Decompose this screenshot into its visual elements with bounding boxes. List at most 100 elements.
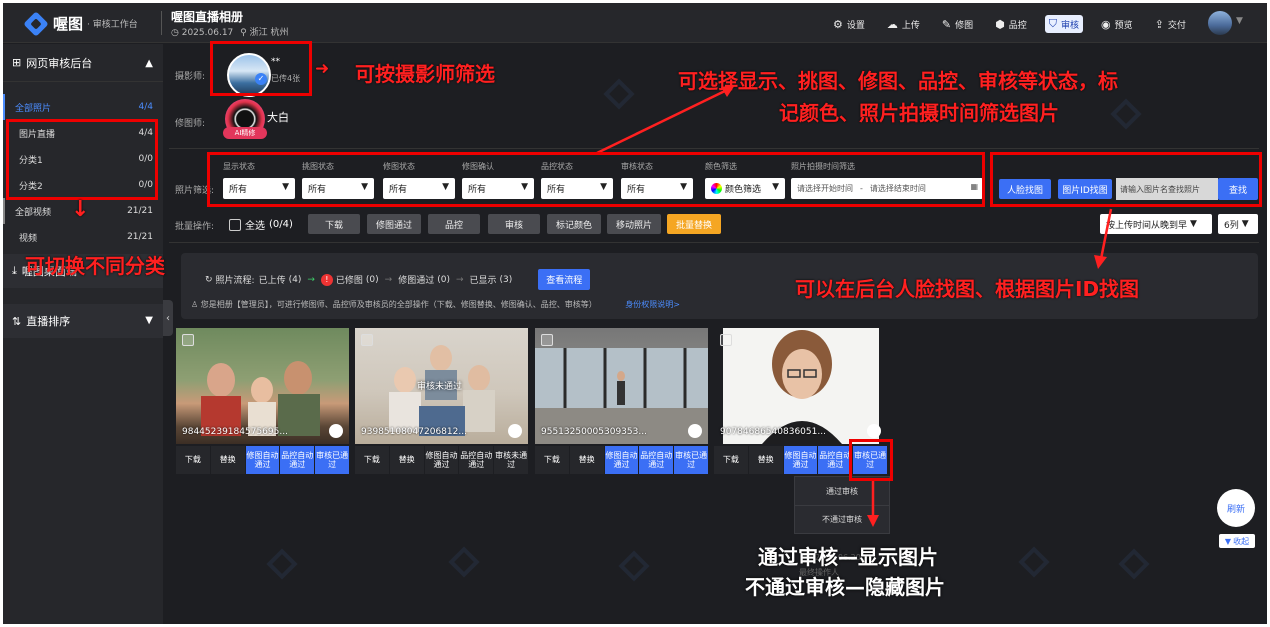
download-button[interactable]: 下载 [714, 446, 748, 474]
nav-settings[interactable]: ⚙ 设置 [829, 15, 869, 33]
photo-name-search-input[interactable]: 请输入图片名查找照片 [1116, 178, 1218, 200]
filter-retouch-select[interactable]: 所有 ▼ [383, 178, 455, 199]
filter-quality-select[interactable]: 所有 ▼ [541, 178, 613, 199]
filter-retouch-confirm-select[interactable]: 所有 ▼ [462, 178, 534, 199]
retoucher-label: 修图师: [175, 119, 206, 129]
photo-radio[interactable] [867, 424, 881, 438]
photo-checkbox[interactable] [541, 334, 553, 346]
replace-button[interactable]: 替换 [388, 446, 424, 474]
retouch-status-button[interactable]: 修图自动通过 [423, 446, 459, 474]
sidebar-header[interactable]: ⊞ 网页审核后台 ▲ [3, 44, 163, 82]
caret-down-icon: ▼ [1241, 219, 1249, 229]
clock-icon: ◷ [171, 28, 179, 38]
nav-review[interactable]: ⛉ 审核 [1044, 15, 1084, 33]
nav-quality[interactable]: ⬢ 品控 [991, 15, 1031, 33]
download-button[interactable]: 下载 [535, 446, 569, 474]
date-start: 请选择开始时间 [797, 184, 853, 193]
logo[interactable]: 喔图 · 审核工作台 [23, 10, 138, 37]
nav-deliver[interactable]: ⇪ 交付 [1151, 15, 1190, 33]
filter-title: 照片拍摄时间筛选 [791, 162, 855, 171]
photo-thumbnail[interactable]: 95513250005309353... [535, 328, 708, 444]
permission-link[interactable]: 身份权限说明> [625, 300, 680, 309]
caret-down-icon: ▼ [680, 182, 687, 192]
sidebar-collapse-handle[interactable]: ‹ [163, 300, 173, 336]
sidebar-item-category1[interactable]: 分类1 0/0 [3, 146, 163, 172]
filter-display-select[interactable]: 所有 ▼ [223, 178, 295, 199]
sidebar-item-category2[interactable]: 分类2 0/0 [3, 172, 163, 198]
filter-retouch-confirm: 修图确认 所有 ▼ [462, 161, 534, 199]
retouch-status-button[interactable]: 修图自动通过 [244, 446, 280, 474]
filter-color-select[interactable]: 颜色筛选 ▼ [705, 178, 785, 199]
download-button[interactable]: 下载 [176, 446, 210, 474]
id-search-button[interactable]: 图片ID找图 [1058, 179, 1112, 199]
filter-pick-select[interactable]: 所有 ▼ [302, 178, 374, 199]
columns-select[interactable]: 6列 ▼ [1218, 214, 1258, 234]
photo-checkbox[interactable] [182, 334, 194, 346]
nav-label: 上传 [901, 20, 920, 31]
sidebar-item-live[interactable]: 图片直播 4/4 [3, 120, 163, 146]
photo-radio[interactable] [688, 424, 702, 438]
arrow-right-icon: → [384, 274, 393, 285]
quality-status-button[interactable]: 品控自动通过 [638, 446, 674, 474]
batch-review-button[interactable]: 审核 [488, 214, 540, 234]
select-all[interactable]: 全选 (0/4) [229, 217, 293, 232]
fold-button[interactable]: ▼ 收起 [1219, 534, 1255, 548]
review-status-button[interactable]: 审核已通过 [852, 446, 887, 474]
batch-mark-color-button[interactable]: 标记颜色 [547, 214, 601, 234]
sidebar-item-all-photos[interactable]: 全部照片 4/4 [3, 94, 163, 120]
nav-label: 预览 [1114, 20, 1133, 31]
caret-down-icon: ▼ [521, 182, 528, 192]
review-status-button[interactable]: 审核未通过 [493, 446, 528, 474]
review-status-button[interactable]: 审核已通过 [314, 446, 349, 474]
divider [161, 11, 162, 35]
replace-button[interactable]: 替换 [747, 446, 783, 474]
filter-review-select[interactable]: 所有 ▼ [621, 178, 693, 199]
select-all-checkbox[interactable] [229, 218, 241, 231]
retouch-status-button[interactable]: 修图自动通过 [603, 446, 639, 474]
select-value: 所有 [308, 185, 327, 195]
photo-radio[interactable] [329, 424, 343, 438]
quality-status-button[interactable]: 品控自动通过 [458, 446, 494, 474]
batch-retouch-pass-button[interactable]: 修图通过 [367, 214, 421, 234]
replace-button[interactable]: 替换 [209, 446, 245, 474]
flow-step-label: 已上传 [258, 276, 286, 286]
sidebar-item-video[interactable]: 视频 21/21 [3, 224, 163, 250]
retouch-status-button[interactable]: 修图自动通过 [782, 446, 818, 474]
photo-checkbox[interactable] [720, 334, 732, 346]
face-search-button[interactable]: 人脸找图 [999, 179, 1051, 199]
download-button[interactable]: 下载 [355, 446, 389, 474]
batch-replace-button[interactable]: 批量替换 [667, 214, 721, 234]
batch-move-button[interactable]: 移动照片 [607, 214, 661, 234]
flow-icon: ↻ [205, 274, 213, 285]
nav-preview[interactable]: ◉ 预览 [1097, 15, 1137, 33]
arrow-right-icon: → [307, 274, 315, 285]
nav-label: 品控 [1008, 20, 1027, 31]
flow-step-count: (3) [499, 274, 513, 285]
batch-download-button[interactable]: 下载 [308, 214, 360, 234]
batch-quality-button[interactable]: 品控 [428, 214, 480, 234]
date-range-picker[interactable]: 请选择开始时间 - 请选择结束时间 ▦ [791, 178, 983, 199]
quality-status-button[interactable]: 品控自动通过 [279, 446, 315, 474]
nav-upload[interactable]: ☁ 上传 [883, 15, 924, 33]
nav-retouch[interactable]: ✎ 修图 [938, 15, 977, 33]
caret-down-icon[interactable]: ▼ [1236, 16, 1243, 26]
flow-step-label: 修图通过 [398, 276, 435, 286]
photo-thumbnail[interactable]: 98445239184575695... [176, 328, 349, 444]
refresh-button[interactable]: 刷新 [1217, 489, 1255, 527]
quality-status-button[interactable]: 品控自动通过 [817, 446, 853, 474]
select-value: 颜色筛选 [725, 185, 762, 195]
photo-radio[interactable] [508, 424, 522, 438]
photo-thumbnail[interactable]: 90784686540836051... [714, 328, 887, 444]
sidebar-live-sort[interactable]: ⇅ 直播排序 ▼ [3, 304, 163, 338]
view-flow-button[interactable]: 查看流程 [538, 269, 591, 290]
sidebar-item-label: 分类2 [19, 181, 43, 192]
photo-checkbox[interactable] [361, 334, 373, 346]
replace-button[interactable]: 替换 [568, 446, 604, 474]
search-button[interactable]: 查找 [1218, 178, 1258, 200]
review-status-button[interactable]: 审核已通过 [673, 446, 708, 474]
photo-thumbnail[interactable]: 审核未通过 93985108047206812... [355, 328, 528, 444]
upload-box-icon: ⇪ [1154, 17, 1164, 31]
user-avatar[interactable] [1208, 11, 1232, 35]
annotation-filters-line2: 记颜色、照片拍摄时间筛选图片 [779, 101, 1059, 125]
photo-id: 93985108047206812... [361, 427, 467, 437]
